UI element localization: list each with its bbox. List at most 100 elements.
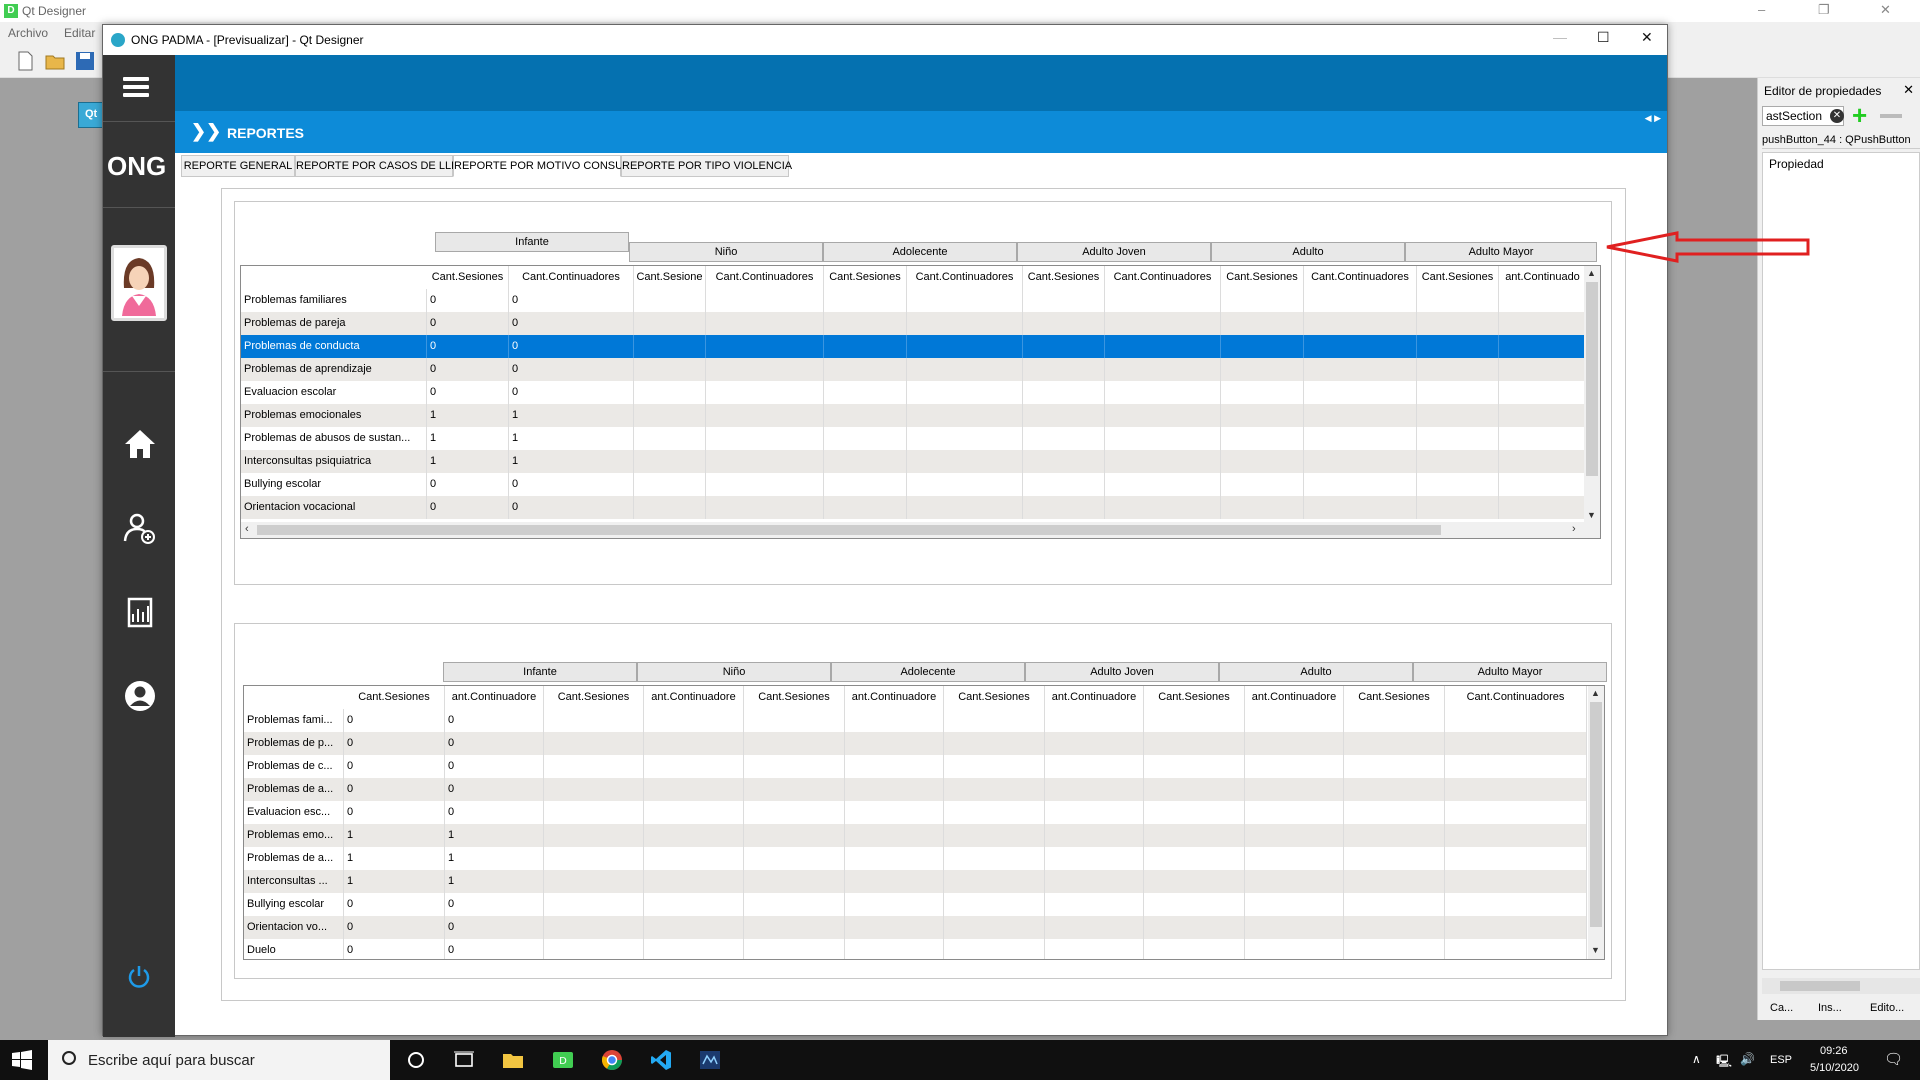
- column-header[interactable]: Cant.Continuadores: [1445, 686, 1587, 709]
- table-cell[interactable]: [544, 732, 644, 755]
- table-cell[interactable]: [1499, 312, 1587, 335]
- table-cell[interactable]: [1045, 778, 1144, 801]
- table-cell[interactable]: 0: [344, 893, 445, 916]
- table-cell[interactable]: 0: [344, 939, 445, 959]
- table-cell[interactable]: [1245, 755, 1344, 778]
- table-cell[interactable]: [1144, 824, 1245, 847]
- table-cell[interactable]: [1499, 358, 1587, 381]
- table-cell[interactable]: [1445, 801, 1587, 824]
- column-header[interactable]: Cant.Continuadores: [1304, 266, 1417, 289]
- table-cell[interactable]: [706, 496, 824, 519]
- table-cell[interactable]: 1: [344, 847, 445, 870]
- table-cell[interactable]: [1304, 404, 1417, 427]
- chevron-up-icon[interactable]: ∧: [1692, 1052, 1701, 1066]
- clock-time[interactable]: 09:26: [1820, 1045, 1848, 1057]
- table-cell[interactable]: [1344, 732, 1445, 755]
- table-cell[interactable]: [824, 335, 907, 358]
- cortana-icon[interactable]: [404, 1048, 428, 1072]
- table-row[interactable]: Interconsultas psiquiatrica 1 1: [241, 450, 1587, 473]
- save-icon[interactable]: [74, 50, 96, 72]
- table-cell[interactable]: [1417, 289, 1499, 312]
- table-cell[interactable]: [1105, 496, 1221, 519]
- table-cell[interactable]: [1245, 732, 1344, 755]
- minimize-icon[interactable]: –: [1758, 2, 1765, 17]
- table-cell[interactable]: [1245, 801, 1344, 824]
- table-cell[interactable]: [1445, 755, 1587, 778]
- table-cell[interactable]: [706, 427, 824, 450]
- file-explorer-icon[interactable]: [501, 1048, 525, 1072]
- table-cell[interactable]: 1: [344, 824, 445, 847]
- column-header[interactable]: Cant.Sesione: [634, 266, 706, 289]
- vscode-icon[interactable]: [649, 1048, 673, 1072]
- table-cell[interactable]: [634, 335, 706, 358]
- table-cell[interactable]: [944, 847, 1045, 870]
- table-cell[interactable]: [1245, 778, 1344, 801]
- task-view-icon[interactable]: [452, 1048, 476, 1072]
- table-cell[interactable]: [1344, 939, 1445, 959]
- table-row[interactable]: Evaluacion esc... 0 0: [244, 801, 1587, 824]
- group-header[interactable]: Niño: [637, 662, 831, 682]
- table-cell[interactable]: [1144, 847, 1245, 870]
- reports-icon[interactable]: [123, 595, 157, 629]
- table-row[interactable]: Problemas de abusos de sustan... 1 1: [241, 427, 1587, 450]
- column-header[interactable]: ant.Continuadore: [644, 686, 744, 709]
- table-cell[interactable]: [634, 358, 706, 381]
- table-cell[interactable]: [1417, 358, 1499, 381]
- table-cell[interactable]: [1221, 381, 1304, 404]
- table-cell[interactable]: [1445, 916, 1587, 939]
- column-header[interactable]: Cant.Continuadores: [1105, 266, 1221, 289]
- table-cell[interactable]: [744, 824, 845, 847]
- table-cell[interactable]: 0: [427, 358, 509, 381]
- group-header[interactable]: Adulto: [1219, 662, 1413, 682]
- column-header[interactable]: Cant.Continuadores: [907, 266, 1023, 289]
- table-cell[interactable]: [845, 916, 944, 939]
- table-cell[interactable]: [824, 289, 907, 312]
- table-cell[interactable]: [644, 755, 744, 778]
- table-cell[interactable]: [845, 778, 944, 801]
- table-cell[interactable]: [1023, 404, 1105, 427]
- table-cell[interactable]: [1221, 289, 1304, 312]
- table-cell[interactable]: [1023, 450, 1105, 473]
- table-cell[interactable]: [1499, 381, 1587, 404]
- table1-grid[interactable]: Cant.Sesiones Cant.Continuadores Cant.Sesi…: [240, 265, 1601, 539]
- table-cell[interactable]: [1221, 473, 1304, 496]
- table-cell[interactable]: [706, 450, 824, 473]
- table-cell[interactable]: 1: [509, 450, 634, 473]
- column-header[interactable]: Cant.Sesiones: [1023, 266, 1105, 289]
- table-cell[interactable]: [1445, 778, 1587, 801]
- minimize-icon[interactable]: —: [1553, 29, 1567, 45]
- table-cell[interactable]: [1023, 427, 1105, 450]
- table-cell[interactable]: [944, 939, 1045, 959]
- table-cell[interactable]: [1344, 778, 1445, 801]
- table-cell[interactable]: [1221, 450, 1304, 473]
- table-cell[interactable]: [634, 427, 706, 450]
- table-cell[interactable]: [744, 847, 845, 870]
- table-cell[interactable]: 0: [427, 473, 509, 496]
- qt-creator-icon[interactable]: [698, 1048, 722, 1072]
- home-icon[interactable]: [123, 427, 157, 461]
- table-cell[interactable]: [1105, 427, 1221, 450]
- table-cell[interactable]: [1445, 824, 1587, 847]
- menu-editar[interactable]: Editar: [64, 26, 95, 40]
- table-cell[interactable]: [1304, 312, 1417, 335]
- table-cell[interactable]: [634, 312, 706, 335]
- table-cell[interactable]: 1: [344, 870, 445, 893]
- table-cell[interactable]: [907, 358, 1023, 381]
- table-cell[interactable]: [634, 289, 706, 312]
- group-header[interactable]: Adolecente: [831, 662, 1025, 682]
- table-cell[interactable]: [1499, 404, 1587, 427]
- group-header[interactable]: Adulto Joven: [1025, 662, 1219, 682]
- table-cell[interactable]: [644, 778, 744, 801]
- chrome-icon[interactable]: [600, 1048, 624, 1072]
- table-cell[interactable]: [644, 709, 744, 732]
- table-cell[interactable]: 0: [445, 755, 544, 778]
- table-cell[interactable]: 0: [427, 312, 509, 335]
- table-cell[interactable]: [845, 893, 944, 916]
- table-cell[interactable]: [1105, 358, 1221, 381]
- table-cell[interactable]: [824, 450, 907, 473]
- table-cell[interactable]: [845, 709, 944, 732]
- table-cell[interactable]: 0: [344, 732, 445, 755]
- vertical-scrollbar[interactable]: ▲ ▼: [1584, 266, 1600, 524]
- table-cell[interactable]: [845, 732, 944, 755]
- table-cell[interactable]: 0: [509, 335, 634, 358]
